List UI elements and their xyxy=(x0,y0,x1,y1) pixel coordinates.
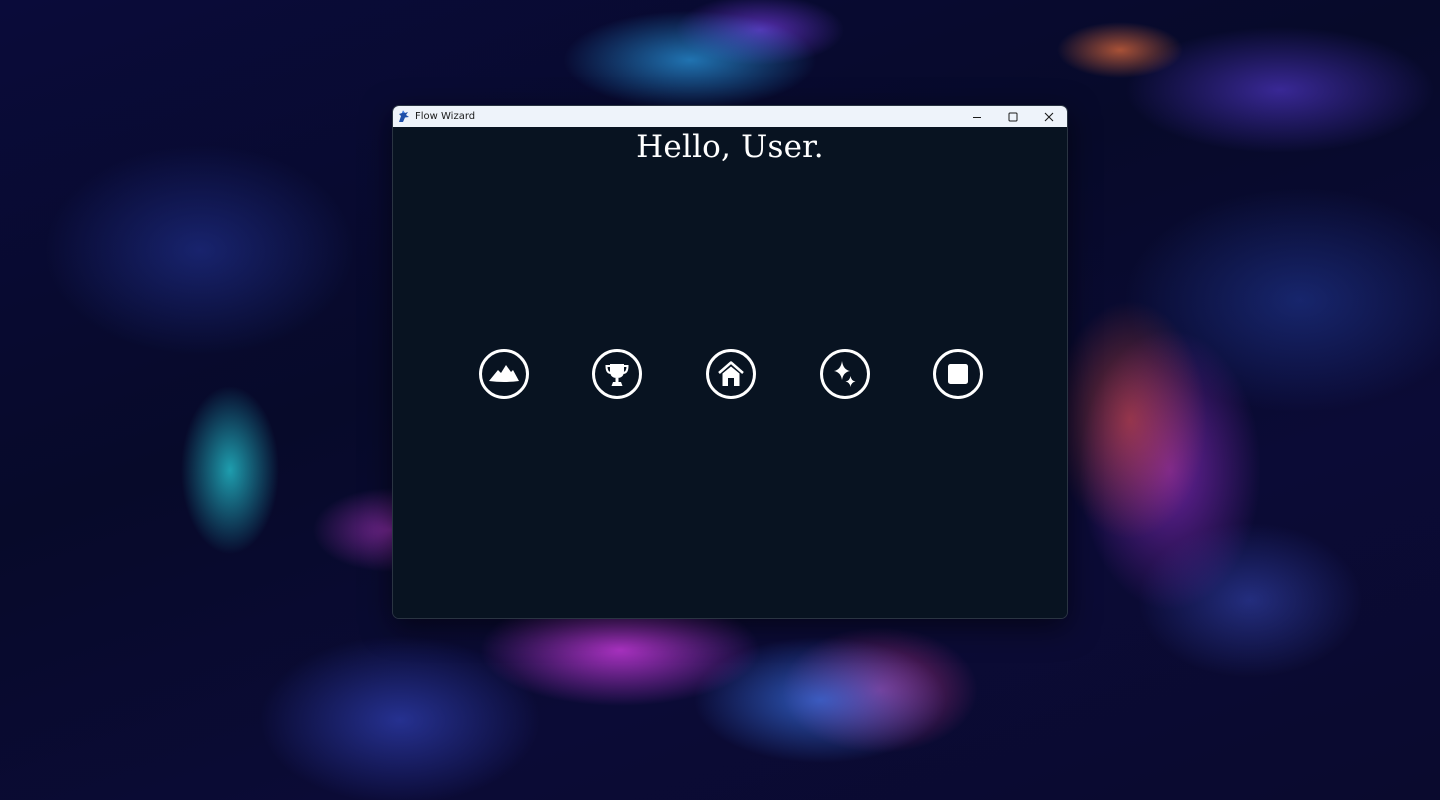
window-controls xyxy=(959,106,1067,127)
square-icon xyxy=(941,357,975,391)
maximize-button[interactable] xyxy=(995,106,1031,127)
trophy-icon xyxy=(600,357,634,391)
trophy-button[interactable] xyxy=(592,349,642,399)
title-bar[interactable]: Flow Wizard xyxy=(393,106,1067,127)
flow-wizard-window: Flow Wizard Hello, User. xyxy=(392,105,1068,619)
flow-wizard-app-icon xyxy=(396,110,410,124)
home-icon xyxy=(714,357,748,391)
home-button[interactable] xyxy=(706,349,756,399)
sparkles-button[interactable] xyxy=(820,349,870,399)
minimize-icon xyxy=(972,107,982,126)
square-button[interactable] xyxy=(933,349,983,399)
main-content: Hello, User. xyxy=(393,127,1067,618)
greeting-heading: Hello, User. xyxy=(636,129,824,165)
mountain-icon xyxy=(487,357,521,391)
close-button[interactable] xyxy=(1031,106,1067,127)
mountain-button[interactable] xyxy=(479,349,529,399)
window-title: Flow Wizard xyxy=(415,111,476,122)
sparkles-icon xyxy=(828,357,862,391)
maximize-icon xyxy=(1008,107,1018,126)
minimize-button[interactable] xyxy=(959,106,995,127)
close-icon xyxy=(1044,107,1054,126)
